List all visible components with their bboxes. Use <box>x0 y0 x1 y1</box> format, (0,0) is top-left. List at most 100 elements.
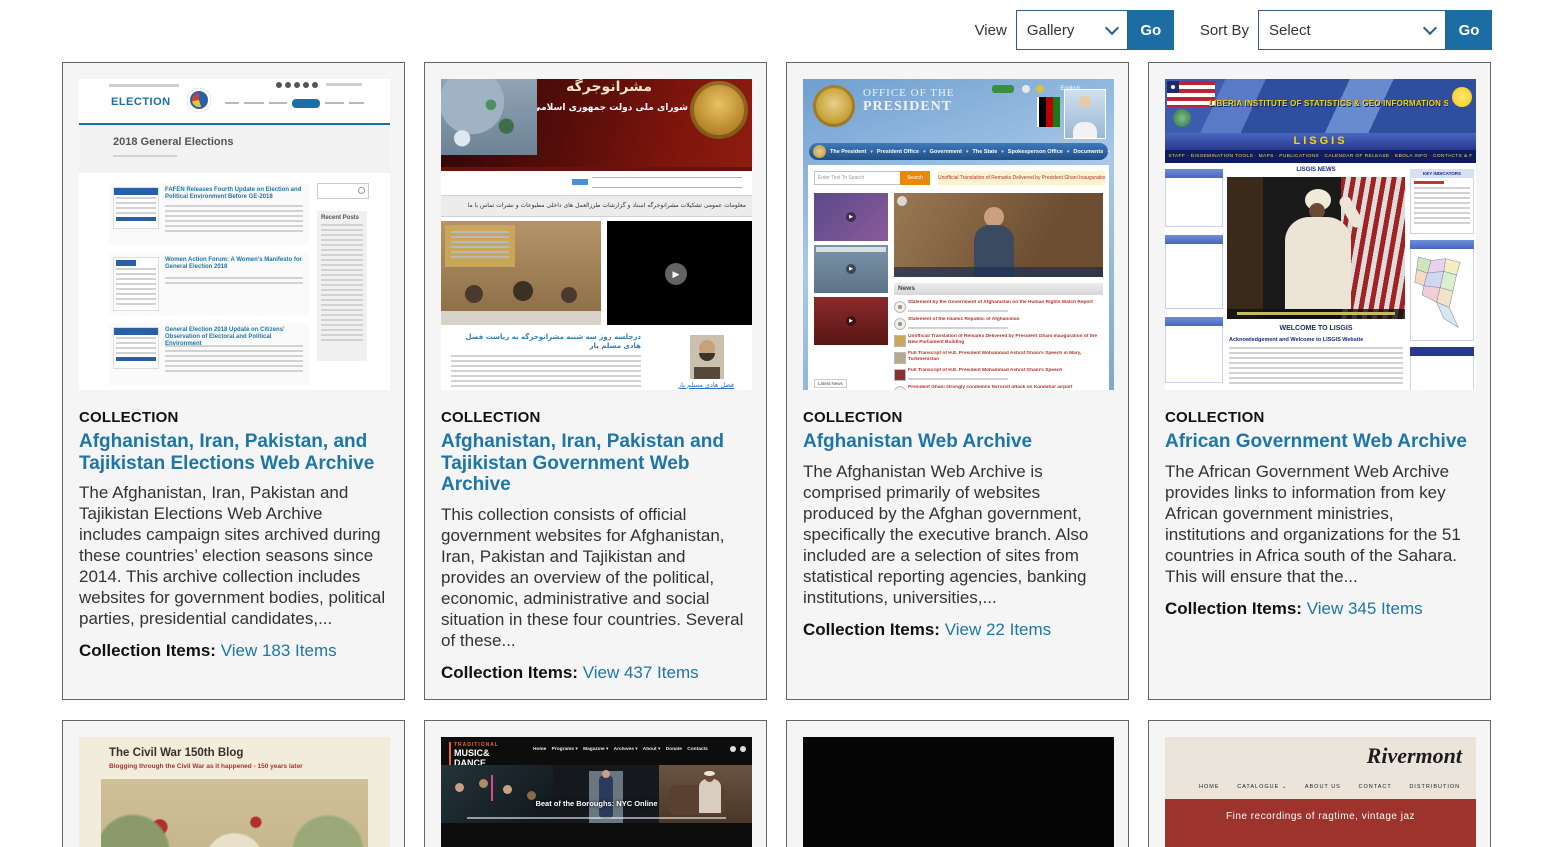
mock-video-column: ▶ ▶ ▶ <box>814 193 888 345</box>
news-row: Statement by the Government of Afghanist… <box>894 299 1103 314</box>
collection-card: مشرانوجرگه شورای ملی دولت جمهوری اسلامی … <box>424 62 767 700</box>
mock-topbar-text <box>109 84 179 87</box>
view-items-link[interactable]: View 183 Items <box>221 641 337 660</box>
liberia-county-map <box>1413 251 1471 337</box>
view-items-link[interactable]: View 345 Items <box>1307 599 1423 618</box>
mock-nav-item <box>349 102 364 106</box>
photo-strip <box>441 765 752 823</box>
view-go-button[interactable]: Go <box>1128 10 1174 50</box>
mock-nav: Home Programs ▾ Magazine ▾ Archives ▾ Ab… <box>533 747 728 752</box>
collection-thumbnail[interactable]: TRADITIONAL MUSIC& DANCE Home Programs ▾… <box>441 737 752 847</box>
mock-share-button <box>992 85 1014 93</box>
social-icons <box>276 82 318 88</box>
collection-title-link[interactable]: Afghanistan, Iran, Pakistan, and Tajikis… <box>79 431 388 474</box>
news-emblem-icon <box>894 386 906 390</box>
mock-shoulders <box>694 367 720 379</box>
mock-breadcrumb <box>113 155 177 159</box>
nav-item: Documents <box>1073 149 1103 155</box>
mock-header: LIBERIA INSTITUTE OF STATISTICS & GEO IN… <box>1165 79 1476 133</box>
news-row: Unofficial Translation of Remarks Delive… <box>894 333 1103 348</box>
site-title-text: مشرانوجرگه <box>566 79 652 95</box>
mock-desk <box>441 311 601 325</box>
sort-go-button[interactable]: Go <box>1446 10 1492 50</box>
mock-mic-stand <box>491 775 493 801</box>
chevron-down-icon <box>1423 21 1437 35</box>
view-select-value: Gallery <box>1027 22 1075 39</box>
mock-paragraph <box>1229 347 1403 387</box>
latest-news-tab: Latest News <box>814 379 847 388</box>
social-icon <box>303 82 309 88</box>
mock-form-line <box>592 187 742 188</box>
mock-caption-line <box>467 817 726 819</box>
mock-content-panel: Enter Text To Search Search Unofficial T… <box>808 165 1109 390</box>
view-items-link[interactable]: View 22 Items <box>945 620 1051 639</box>
org-name-line1: OFFICE OF THE <box>863 87 955 99</box>
collection-card: ELECTION 2018 General Elections <box>62 62 405 700</box>
mock-face <box>503 785 512 794</box>
collection-title-link[interactable]: African Government Web Archive <box>1165 431 1474 453</box>
news-emblem-icon <box>894 369 906 381</box>
collection-description: The Afghanistan Web Archive is comprised… <box>803 461 1112 608</box>
mock-sidebar-header <box>1165 317 1223 326</box>
emblem-icon <box>690 81 748 139</box>
sort-by-select[interactable]: Select <box>1258 10 1446 50</box>
mock-body-text <box>451 355 641 387</box>
collection-items-label: Collection Items: <box>79 641 216 660</box>
view-select[interactable]: Gallery <box>1016 10 1128 50</box>
collection-card: OFFICE OF THE PRESIDENT English The Pres… <box>786 62 1129 700</box>
photo-dancer <box>553 765 659 823</box>
mock-calligraphy <box>445 225 515 267</box>
news-heading: LISGIS NEWS <box>1227 167 1405 173</box>
mock-nav: معلومات عمومی تشکیلات مشرانوجرگه اسناد و… <box>441 195 752 217</box>
liberia-flag-icon <box>1167 81 1215 107</box>
collections-grid: ELECTION 2018 General Elections <box>62 62 1491 847</box>
view-items-link[interactable]: View 437 Items <box>583 663 699 682</box>
org-name-line2: PRESIDENT <box>863 99 955 115</box>
collection-title-link[interactable]: Afghanistan Web Archive <box>803 431 1112 453</box>
mock-text-lines <box>1414 187 1470 227</box>
collection-thumbnail[interactable]: ELECTION 2018 General Elections <box>79 79 390 390</box>
mock-sidebar-body <box>1410 178 1474 234</box>
view-label: View <box>975 22 1007 39</box>
battle-painting <box>101 779 368 847</box>
news-list: Statement by the Government of Afghanist… <box>894 299 1103 390</box>
collection-thumbnail[interactable]: Rivermont HOME CATALOGUE ⌄ ABOUT US CONT… <box>1165 737 1476 847</box>
collections-gallery-page: View Gallery Go Sort By Select Go <box>0 0 1542 847</box>
nav-item: President Office <box>877 149 919 155</box>
news-headline: Full Transcript of H.E. President Mohamm… <box>908 351 1103 362</box>
news-headline: Statement by the Government of Afghanist… <box>908 300 1103 306</box>
collection-thumbnail[interactable]: OFFICE OF THE PRESIDENT English The Pres… <box>803 79 1114 390</box>
collection-description: This collection consists of official gov… <box>441 504 750 651</box>
collection-thumbnail[interactable]: The Civil War 150th Blog Blogging throug… <box>79 737 390 847</box>
photo-musician <box>659 765 752 823</box>
mock-article: FAFEN Releases Fourth Update on Election… <box>109 183 309 245</box>
collection-card: Rivermont HOME CATALOGUE ⌄ ABOUT US CONT… <box>1148 720 1491 847</box>
collection-description: The African Government Web Archive provi… <box>1165 461 1474 587</box>
collection-thumbnail[interactable]: مشرانوجرگه شورای ملی دولت جمهوری اسلامی … <box>441 79 752 390</box>
news-heading: News <box>894 283 1103 295</box>
mock-icon <box>1036 85 1044 93</box>
president-photo <box>1064 89 1106 139</box>
mock-article-body <box>165 345 303 375</box>
mock-article-image <box>113 257 159 311</box>
welcome-heading: WELCOME TO LISGIS <box>1227 325 1405 332</box>
search-input: Enter Text To Search <box>814 171 901 185</box>
mock-nav: HOME CATALOGUE ⌄ ABOUT US CONTACT DISTRI… <box>1199 784 1472 790</box>
photo-karaoke <box>441 765 553 823</box>
mock-page-band: 2018 General Elections <box>79 125 390 173</box>
twitter-icon <box>740 746 746 752</box>
collection-thumbnail[interactable]: LIBERIA INSTITUTE OF STATISTICS & GEO IN… <box>1165 79 1476 390</box>
mock-nav: The President▾ President Office▾ Governm… <box>809 143 1108 160</box>
collection-thumbnail[interactable] <box>803 737 1114 847</box>
mock-search-box <box>317 183 369 199</box>
mock-article-image <box>113 327 159 369</box>
mock-left-sidebar <box>1165 169 1223 383</box>
site-name-bar: LISGIS <box>1165 133 1476 150</box>
article-headline: Women Action Forum: A Women’s Manifesto … <box>165 257 303 271</box>
mock-face <box>984 207 1004 227</box>
search-button: Search <box>900 171 930 185</box>
mock-right-sidebar: KEY INDICATORS <box>1410 169 1474 390</box>
mock-article: Women Action Forum: A Women’s Manifesto … <box>109 253 309 315</box>
nav-emblem-icon <box>813 145 826 158</box>
collection-title-link[interactable]: Afghanistan, Iran, Pakistan and Tajikist… <box>441 431 750 496</box>
